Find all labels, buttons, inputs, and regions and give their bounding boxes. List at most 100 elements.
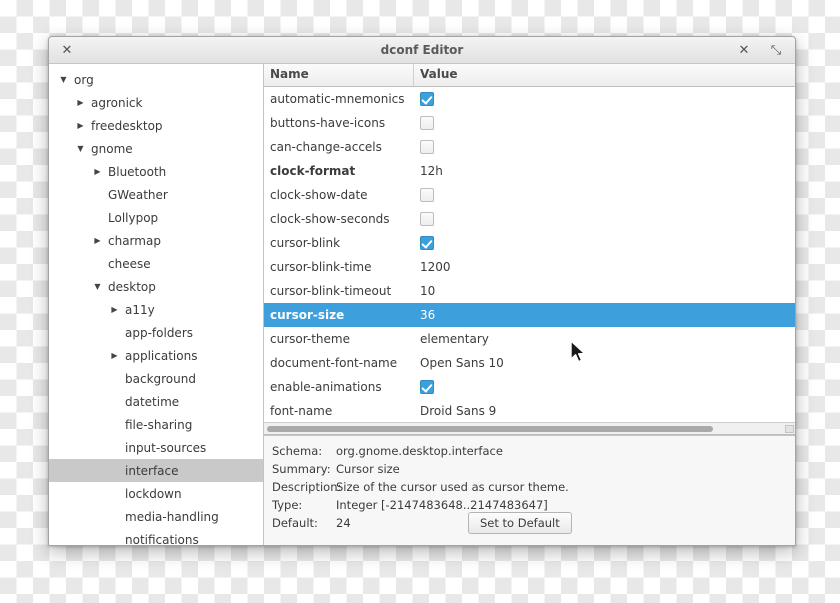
sidebar-item-notifications[interactable]: notifications [49, 528, 263, 546]
sidebar-item-label: lockdown [125, 486, 182, 501]
type-value: Integer [-2147483648..2147483647] [336, 498, 548, 512]
sidebar-item-lockdown[interactable]: lockdown [49, 482, 263, 505]
value-checkbox-cell[interactable] [414, 380, 795, 395]
checkbox-checked-icon[interactable] [420, 92, 434, 107]
sidebar-item-charmap[interactable]: ▶ charmap [49, 229, 263, 252]
value-text-cell: 10 [420, 284, 436, 298]
chevron-down-icon[interactable]: ▼ [91, 282, 104, 291]
window-titlebar[interactable]: ✕ dconf Editor ✕ ⤡ [49, 37, 795, 64]
sidebar-item-datetime[interactable]: datetime [49, 390, 263, 413]
table-row[interactable]: cursor-size 36 [264, 303, 795, 327]
sidebar-item-label: datetime [125, 394, 180, 409]
twisty-placeholder [91, 191, 104, 199]
key-list[interactable]: automatic-mnemonics buttons-have-icons can… [264, 87, 795, 422]
table-row[interactable]: font-name Droid Sans 9 [264, 399, 795, 422]
sidebar-item-gweather[interactable]: GWeather [49, 183, 263, 206]
chevron-down-icon[interactable]: ▼ [57, 75, 70, 84]
sidebar-item-agronick[interactable]: ▶ agronick [49, 91, 263, 114]
sidebar-item-lollypop[interactable]: Lollypop [49, 206, 263, 229]
sidebar-item-file-sharing[interactable]: file-sharing [49, 413, 263, 436]
set-to-default-button[interactable]: Set to Default [468, 512, 572, 534]
sidebar-item-bluetooth[interactable]: ▶ Bluetooth [49, 160, 263, 183]
value-checkbox-cell[interactable] [414, 116, 795, 131]
chevron-right-icon[interactable]: ▶ [91, 236, 104, 245]
sidebar-item-desktop[interactable]: ▼ desktop [49, 275, 263, 298]
table-row[interactable]: buttons-have-icons [264, 111, 795, 135]
table-row[interactable]: automatic-mnemonics [264, 87, 795, 111]
chevron-right-icon[interactable]: ▶ [74, 98, 87, 107]
twisty-placeholder [91, 214, 104, 222]
sidebar-item-label: charmap [108, 233, 161, 248]
table-row[interactable]: can-change-accels [264, 135, 795, 159]
sidebar-item-org[interactable]: ▼ org [49, 68, 263, 91]
column-header-value[interactable]: Value [414, 64, 795, 86]
summary-label: Summary: [272, 462, 331, 476]
sidebar-item-interface[interactable]: interface [49, 459, 263, 482]
sidebar-item-a11y[interactable]: ▶ a11y [49, 298, 263, 321]
table-row[interactable]: clock-show-seconds [264, 207, 795, 231]
key-name-cell: can-change-accels [270, 140, 382, 154]
sidebar-item-freedesktop[interactable]: ▶ freedesktop [49, 114, 263, 137]
horizontal-scrollbar-thumb[interactable] [267, 426, 714, 432]
value-checkbox-cell[interactable] [414, 92, 795, 107]
maximize-icon[interactable]: ⤡ [763, 39, 789, 61]
sidebar-item-label: cheese [108, 256, 151, 271]
sidebar-item-label: gnome [91, 141, 133, 156]
value-text-cell: 36 [420, 308, 436, 322]
key-name-cell: cursor-theme [270, 332, 350, 346]
sidebar-item-label: interface [125, 463, 179, 478]
checkbox-unchecked-icon[interactable] [420, 140, 434, 155]
schema-tree-sidebar[interactable]: ▼ org ▶ agronick ▶ freedesktop ▼ gnome ▶ Bluetoot… [49, 64, 264, 545]
value-checkbox-cell[interactable] [414, 188, 795, 203]
window-body: ▼ org ▶ agronick ▶ freedesktop ▼ gnome ▶ Bluetoot… [49, 64, 795, 545]
checkbox-checked-icon[interactable] [420, 236, 434, 251]
close-icon-left[interactable]: ✕ [54, 39, 80, 61]
value-checkbox-cell[interactable] [414, 236, 795, 251]
table-row[interactable]: cursor-blink [264, 231, 795, 255]
sidebar-item-gnome[interactable]: ▼ gnome [49, 137, 263, 160]
horizontal-scrollbar[interactable] [264, 422, 795, 435]
table-row[interactable]: enable-animations [264, 375, 795, 399]
twisty-placeholder [108, 329, 121, 337]
sidebar-item-label: GWeather [108, 187, 168, 202]
chevron-right-icon[interactable]: ▶ [108, 351, 121, 360]
table-row[interactable]: cursor-theme elementary [264, 327, 795, 351]
key-name-cell: cursor-size [270, 308, 345, 322]
sidebar-item-applications[interactable]: ▶ applications [49, 344, 263, 367]
table-row[interactable]: clock-show-date [264, 183, 795, 207]
summary-value: Cursor size [336, 462, 400, 476]
checkbox-unchecked-icon[interactable] [420, 116, 434, 131]
sidebar-item-app-folders[interactable]: app-folders [49, 321, 263, 344]
type-label: Type: [272, 498, 303, 512]
chevron-down-icon[interactable]: ▼ [74, 144, 87, 153]
close-icon[interactable]: ✕ [731, 39, 757, 61]
sidebar-item-label: freedesktop [91, 118, 163, 133]
sidebar-item-cheese[interactable]: cheese [49, 252, 263, 275]
sidebar-item-label: notifications [125, 532, 199, 546]
sidebar-item-label: org [74, 72, 94, 87]
twisty-placeholder [108, 375, 121, 383]
table-row[interactable]: cursor-blink-time 1200 [264, 255, 795, 279]
twisty-placeholder [108, 398, 121, 406]
table-row[interactable]: clock-format 12h [264, 159, 795, 183]
sidebar-item-input-sources[interactable]: input-sources [49, 436, 263, 459]
chevron-right-icon[interactable]: ▶ [108, 305, 121, 314]
key-name-cell: font-name [270, 404, 333, 418]
sidebar-item-label: media-handling [125, 509, 219, 524]
column-header-name[interactable]: Name [264, 64, 414, 86]
table-row[interactable]: document-font-name Open Sans 10 [264, 351, 795, 375]
checkbox-unchecked-icon[interactable] [420, 188, 434, 203]
description-value: Size of the cursor used as cursor theme. [336, 480, 569, 494]
value-checkbox-cell[interactable] [414, 212, 795, 227]
checkbox-checked-icon[interactable] [420, 380, 434, 395]
value-checkbox-cell[interactable] [414, 140, 795, 155]
checkbox-unchecked-icon[interactable] [420, 212, 434, 227]
default-label: Default: [272, 516, 318, 530]
chevron-right-icon[interactable]: ▶ [74, 121, 87, 130]
key-name-cell: document-font-name [270, 356, 398, 370]
sidebar-item-media-handling[interactable]: media-handling [49, 505, 263, 528]
sidebar-item-background[interactable]: background [49, 367, 263, 390]
value-text-cell: 12h [420, 164, 443, 178]
table-row[interactable]: cursor-blink-timeout 10 [264, 279, 795, 303]
chevron-right-icon[interactable]: ▶ [91, 167, 104, 176]
